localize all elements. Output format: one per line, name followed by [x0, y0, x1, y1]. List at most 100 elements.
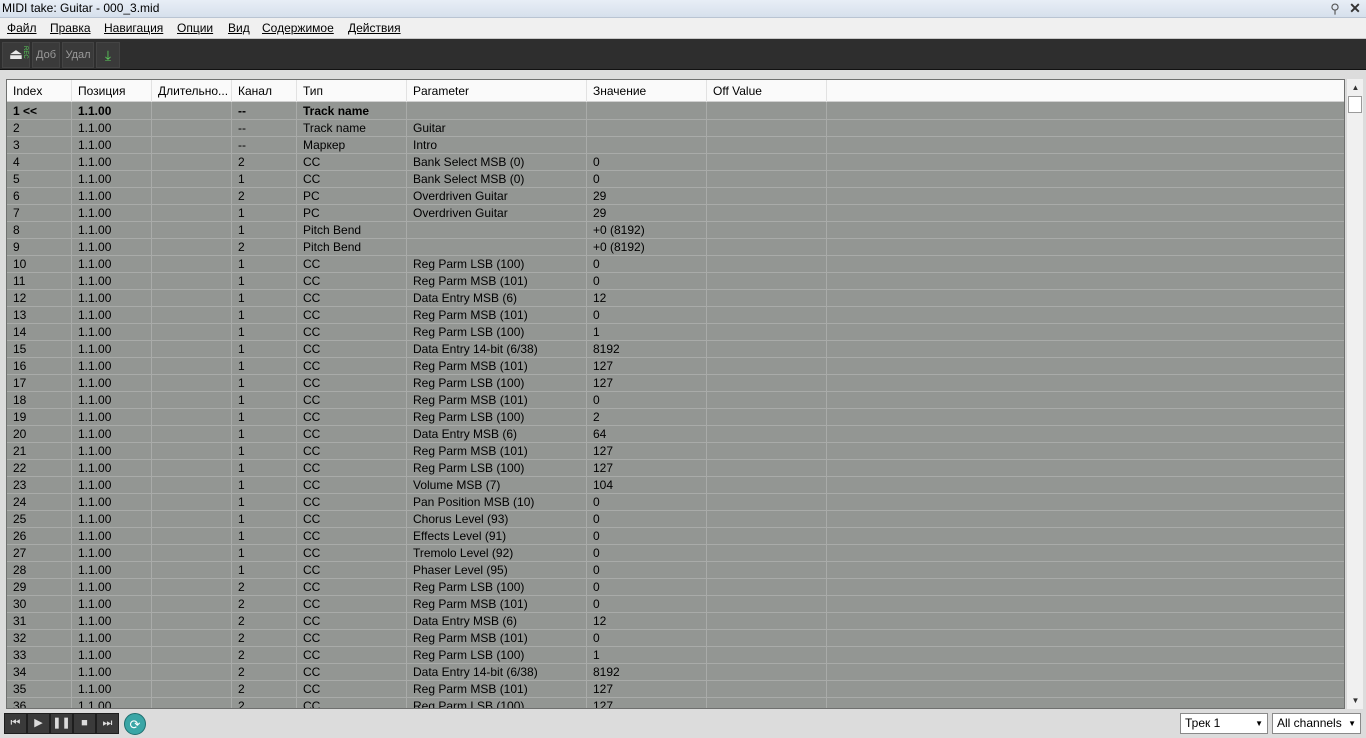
track-select[interactable]: Трек 1 ▼ [1180, 713, 1268, 734]
column-type[interactable]: Тип [297, 80, 407, 102]
list-header: Index Позиция Длительно... Канал Тип Par… [7, 80, 1344, 102]
column-off-value[interactable]: Off Value [707, 80, 827, 102]
table-row[interactable]: 36 1.1.00 2 CC Reg Parm LSB (100) 127 [7, 698, 1344, 708]
cell-parameter: Reg Parm MSB (101) [413, 444, 528, 458]
cell-parameter: Reg Parm MSB (101) [413, 274, 528, 288]
scroll-thumb[interactable] [1348, 96, 1362, 113]
table-row[interactable]: 30 1.1.00 2 CC Reg Parm MSB (101) 0 [7, 596, 1344, 613]
table-row[interactable]: 26 1.1.00 1 CC Effects Level (91) 0 [7, 528, 1344, 545]
table-row[interactable]: 27 1.1.00 1 CC Tremolo Level (92) 0 [7, 545, 1344, 562]
column-parameter[interactable]: Parameter [407, 80, 587, 102]
cell-value: 127 [593, 682, 614, 696]
table-row[interactable]: 6 1.1.00 2 PC Overdriven Guitar 29 [7, 188, 1344, 205]
cell-position: 1.1.00 [78, 546, 112, 560]
import-button[interactable]: ⤓ [96, 42, 120, 68]
channel-select[interactable]: All channels ▼ [1272, 713, 1361, 734]
table-row[interactable]: 29 1.1.00 2 CC Reg Parm LSB (100) 0 [7, 579, 1344, 596]
cell-channel: 2 [238, 189, 245, 203]
cell-channel: 1 [238, 308, 245, 322]
close-icon[interactable]: ✕ [1346, 0, 1364, 17]
cell-position: 1.1.00 [78, 257, 112, 271]
table-row[interactable]: 35 1.1.00 2 CC Reg Parm MSB (101) 127 [7, 681, 1344, 698]
table-row[interactable]: 17 1.1.00 1 CC Reg Parm LSB (100) 127 [7, 375, 1344, 392]
menu-edit[interactable]: Правка [50, 21, 91, 35]
record-button[interactable]: ⏏ REC [2, 42, 30, 68]
menu-contents[interactable]: Содержимое [262, 21, 334, 35]
column-value[interactable]: Значение [587, 80, 707, 102]
loop-button[interactable]: ⟳ [124, 713, 146, 735]
cell-value: 104 [593, 478, 614, 492]
column-channel[interactable]: Канал [232, 80, 297, 102]
menu-navigation[interactable]: Навигация [104, 21, 163, 35]
table-row[interactable]: 24 1.1.00 1 CC Pan Position MSB (10) 0 [7, 494, 1344, 511]
table-row[interactable]: 19 1.1.00 1 CC Reg Parm LSB (100) 2 [7, 409, 1344, 426]
column-index[interactable]: Index [7, 80, 72, 102]
pin-icon[interactable]: ⚲ [1326, 0, 1344, 17]
table-row[interactable]: 11 1.1.00 1 CC Reg Parm MSB (101) 0 [7, 273, 1344, 290]
table-row[interactable]: 1 << 1.1.00 -- Track name [7, 103, 1344, 120]
scroll-up-icon[interactable]: ▲ [1347, 79, 1364, 96]
column-position[interactable]: Позиция [72, 80, 152, 102]
cell-channel: -- [238, 121, 246, 135]
cell-value: 0 [593, 393, 600, 407]
menu-file[interactable]: Файл [7, 21, 37, 35]
cell-position: 1.1.00 [78, 665, 112, 679]
cell-type: CC [303, 274, 321, 288]
skip-start-button[interactable]: ⏮ [4, 713, 27, 734]
scroll-down-icon[interactable]: ▼ [1347, 692, 1364, 709]
table-row[interactable]: 3 1.1.00 -- Маркер Intro [7, 137, 1344, 154]
cell-type: CC [303, 461, 321, 475]
cell-off-value [707, 205, 827, 222]
menu-actions[interactable]: Действия [348, 21, 401, 35]
pause-button[interactable]: ❚❚ [50, 713, 73, 734]
menu-view[interactable]: Вид [228, 21, 250, 35]
table-row[interactable]: 4 1.1.00 2 CC Bank Select MSB (0) 0 [7, 154, 1344, 171]
table-row[interactable]: 10 1.1.00 1 CC Reg Parm LSB (100) 0 [7, 256, 1344, 273]
vertical-scrollbar[interactable]: ▲ ▼ [1346, 79, 1363, 709]
table-row[interactable]: 25 1.1.00 1 CC Chorus Level (93) 0 [7, 511, 1344, 528]
table-row[interactable]: 14 1.1.00 1 CC Reg Parm LSB (100) 1 [7, 324, 1344, 341]
table-row[interactable]: 28 1.1.00 1 CC Phaser Level (95) 0 [7, 562, 1344, 579]
table-row[interactable]: 9 1.1.00 2 Pitch Bend +0 (8192) [7, 239, 1344, 256]
cell-off-value [707, 154, 827, 171]
table-row[interactable]: 22 1.1.00 1 CC Reg Parm LSB (100) 127 [7, 460, 1344, 477]
table-row[interactable]: 13 1.1.00 1 CC Reg Parm MSB (101) 0 [7, 307, 1344, 324]
cell-parameter: Reg Parm LSB (100) [413, 257, 525, 271]
pause-icon: ❚❚ [52, 717, 71, 729]
table-row[interactable]: 7 1.1.00 1 PC Overdriven Guitar 29 [7, 205, 1344, 222]
table-row[interactable]: 34 1.1.00 2 CC Data Entry 14-bit (6/38) 8192 [7, 664, 1344, 681]
table-row[interactable]: 33 1.1.00 2 CC Reg Parm LSB (100) 1 [7, 647, 1344, 664]
delete-event-button[interactable]: Удал [62, 42, 94, 68]
add-event-button[interactable]: Доб [32, 42, 60, 68]
table-row[interactable]: 32 1.1.00 2 CC Reg Parm MSB (101) 0 [7, 630, 1344, 647]
table-row[interactable]: 21 1.1.00 1 CC Reg Parm MSB (101) 127 [7, 443, 1344, 460]
cell-channel: 1 [238, 563, 245, 577]
table-row[interactable]: 23 1.1.00 1 CC Volume MSB (7) 104 [7, 477, 1344, 494]
cell-index: 26 [13, 529, 27, 543]
table-row[interactable]: 15 1.1.00 1 CC Data Entry 14-bit (6/38) 8192 [7, 341, 1344, 358]
table-row[interactable]: 18 1.1.00 1 CC Reg Parm MSB (101) 0 [7, 392, 1344, 409]
table-row[interactable]: 2 1.1.00 -- Track name Guitar [7, 120, 1344, 137]
cell-type: CC [303, 546, 321, 560]
cell-index: 6 [13, 189, 20, 203]
skip-end-button[interactable]: ⏭ [96, 713, 119, 734]
table-row[interactable]: 8 1.1.00 1 Pitch Bend +0 (8192) [7, 222, 1344, 239]
column-length[interactable]: Длительно... [152, 80, 232, 102]
cell-channel: 2 [238, 682, 245, 696]
event-list[interactable]: Index Позиция Длительно... Канал Тип Par… [6, 79, 1345, 709]
table-row[interactable]: 12 1.1.00 1 CC Data Entry MSB (6) 12 [7, 290, 1344, 307]
cell-position: 1.1.00 [78, 240, 112, 254]
channel-select-value: All channels [1277, 716, 1342, 730]
table-row[interactable]: 20 1.1.00 1 CC Data Entry MSB (6) 64 [7, 426, 1344, 443]
menu-options[interactable]: Опции [177, 21, 213, 35]
stop-button[interactable]: ■ [73, 713, 96, 734]
cell-position: 1.1.00 [78, 410, 112, 424]
cell-index: 10 [13, 257, 27, 271]
cell-value: 0 [593, 274, 600, 288]
table-row[interactable]: 16 1.1.00 1 CC Reg Parm MSB (101) 127 [7, 358, 1344, 375]
play-button[interactable]: ▶ [27, 713, 50, 734]
cell-off-value [707, 171, 827, 188]
table-row[interactable]: 31 1.1.00 2 CC Data Entry MSB (6) 12 [7, 613, 1344, 630]
cell-value: 0 [593, 631, 600, 645]
table-row[interactable]: 5 1.1.00 1 CC Bank Select MSB (0) 0 [7, 171, 1344, 188]
